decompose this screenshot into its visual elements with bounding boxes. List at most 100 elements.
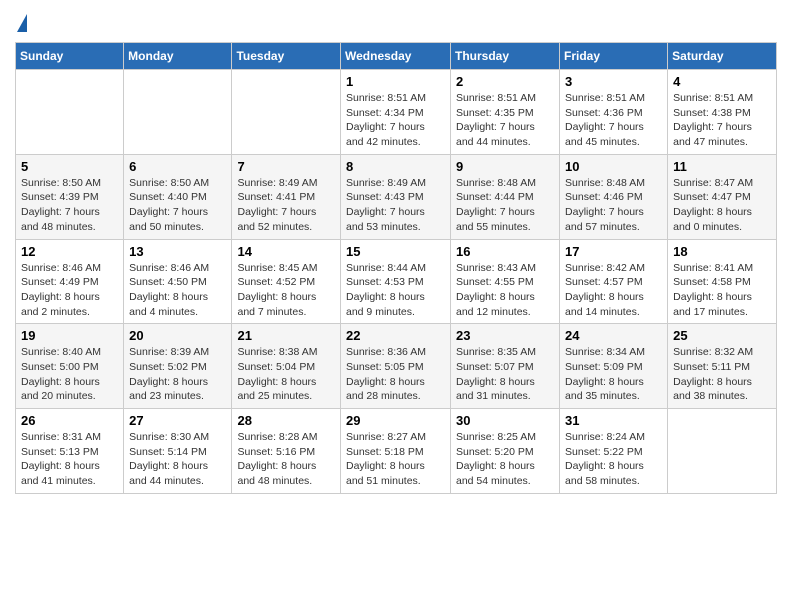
day-number: 28 <box>237 413 335 428</box>
day-of-week-header: Monday <box>124 43 232 70</box>
page-header <box>15 10 777 34</box>
day-number: 21 <box>237 328 335 343</box>
day-info: Sunrise: 8:43 AMSunset: 4:55 PMDaylight:… <box>456 261 554 320</box>
day-number: 6 <box>129 159 226 174</box>
day-info: Sunrise: 8:46 AMSunset: 4:49 PMDaylight:… <box>21 261 118 320</box>
calendar-cell: 22Sunrise: 8:36 AMSunset: 5:05 PMDayligh… <box>341 324 451 409</box>
day-of-week-header: Wednesday <box>341 43 451 70</box>
calendar-week-row: 5 Sunrise: 8:50 AMSunset: 4:39 PMDaylight… <box>16 154 777 239</box>
calendar-body: 1 Sunrise: 8:51 AMSunset: 4:34 PMDaylight… <box>16 70 777 494</box>
calendar-header-row: SundayMondayTuesdayWednesdayThursdayFrid… <box>16 43 777 70</box>
day-info: Sunrise: 8:32 AMSunset: 5:11 PMDaylight:… <box>673 345 771 404</box>
day-info: Sunrise: 8:50 AMSunset: 4:40 PMDaylight:… <box>129 176 226 235</box>
day-info: Sunrise: 8:48 AMSunset: 4:44 PMDaylight:… <box>456 176 554 235</box>
day-info: Sunrise: 8:44 AMSunset: 4:53 PMDaylight:… <box>346 261 445 320</box>
logo <box>15 14 27 34</box>
day-of-week-header: Sunday <box>16 43 124 70</box>
calendar-cell: 17 Sunrise: 8:42 AMSunset: 4:57 PMDayligh… <box>560 239 668 324</box>
calendar-cell <box>124 70 232 155</box>
day-number: 15 <box>346 244 445 259</box>
day-info: Sunrise: 8:24 AMSunset: 5:22 PMDaylight:… <box>565 430 662 489</box>
day-number: 27 <box>129 413 226 428</box>
day-info: Sunrise: 8:50 AMSunset: 4:39 PMDaylight:… <box>21 176 118 235</box>
calendar-week-row: 19Sunrise: 8:40 AMSunset: 5:00 PMDayligh… <box>16 324 777 409</box>
calendar-cell: 31 Sunrise: 8:24 AMSunset: 5:22 PMDayligh… <box>560 409 668 494</box>
day-number: 1 <box>346 74 445 89</box>
day-info: Sunrise: 8:28 AMSunset: 5:16 PMDaylight:… <box>237 430 335 489</box>
day-info: Sunrise: 8:51 AMSunset: 4:34 PMDaylight:… <box>346 91 445 150</box>
calendar-cell: 2 Sunrise: 8:51 AMSunset: 4:35 PMDaylight… <box>451 70 560 155</box>
day-info: Sunrise: 8:47 AMSunset: 4:47 PMDaylight:… <box>673 176 771 235</box>
day-info: Sunrise: 8:25 AMSunset: 5:20 PMDaylight:… <box>456 430 554 489</box>
day-info: Sunrise: 8:38 AMSunset: 5:04 PMDaylight:… <box>237 345 335 404</box>
calendar-cell: 15 Sunrise: 8:44 AMSunset: 4:53 PMDayligh… <box>341 239 451 324</box>
day-number: 13 <box>129 244 226 259</box>
calendar-cell: 25 Sunrise: 8:32 AMSunset: 5:11 PMDayligh… <box>668 324 777 409</box>
day-number: 11 <box>673 159 771 174</box>
calendar-cell: 3 Sunrise: 8:51 AMSunset: 4:36 PMDaylight… <box>560 70 668 155</box>
day-number: 23 <box>456 328 554 343</box>
day-info: Sunrise: 8:40 AMSunset: 5:00 PMDaylight:… <box>21 345 118 404</box>
calendar-cell: 7Sunrise: 8:49 AMSunset: 4:41 PMDaylight… <box>232 154 341 239</box>
day-info: Sunrise: 8:49 AMSunset: 4:41 PMDaylight:… <box>237 176 335 235</box>
calendar-cell: 16 Sunrise: 8:43 AMSunset: 4:55 PMDayligh… <box>451 239 560 324</box>
calendar-cell: 1 Sunrise: 8:51 AMSunset: 4:34 PMDaylight… <box>341 70 451 155</box>
day-info: Sunrise: 8:46 AMSunset: 4:50 PMDaylight:… <box>129 261 226 320</box>
calendar-cell: 18 Sunrise: 8:41 AMSunset: 4:58 PMDayligh… <box>668 239 777 324</box>
calendar-cell: 5 Sunrise: 8:50 AMSunset: 4:39 PMDaylight… <box>16 154 124 239</box>
calendar-cell: 29 Sunrise: 8:27 AMSunset: 5:18 PMDayligh… <box>341 409 451 494</box>
day-of-week-header: Tuesday <box>232 43 341 70</box>
day-number: 5 <box>21 159 118 174</box>
calendar-cell: 26 Sunrise: 8:31 AMSunset: 5:13 PMDayligh… <box>16 409 124 494</box>
calendar-cell: 19Sunrise: 8:40 AMSunset: 5:00 PMDayligh… <box>16 324 124 409</box>
day-info: Sunrise: 8:42 AMSunset: 4:57 PMDaylight:… <box>565 261 662 320</box>
calendar-cell: 24Sunrise: 8:34 AMSunset: 5:09 PMDayligh… <box>560 324 668 409</box>
day-number: 10 <box>565 159 662 174</box>
day-info: Sunrise: 8:34 AMSunset: 5:09 PMDaylight:… <box>565 345 662 404</box>
calendar-cell: 20Sunrise: 8:39 AMSunset: 5:02 PMDayligh… <box>124 324 232 409</box>
day-number: 14 <box>237 244 335 259</box>
day-of-week-header: Saturday <box>668 43 777 70</box>
day-number: 3 <box>565 74 662 89</box>
calendar-cell: 10Sunrise: 8:48 AMSunset: 4:46 PMDayligh… <box>560 154 668 239</box>
calendar-week-row: 26 Sunrise: 8:31 AMSunset: 5:13 PMDayligh… <box>16 409 777 494</box>
day-number: 2 <box>456 74 554 89</box>
day-info: Sunrise: 8:27 AMSunset: 5:18 PMDaylight:… <box>346 430 445 489</box>
calendar-cell: 21 Sunrise: 8:38 AMSunset: 5:04 PMDayligh… <box>232 324 341 409</box>
day-number: 18 <box>673 244 771 259</box>
day-number: 9 <box>456 159 554 174</box>
day-info: Sunrise: 8:31 AMSunset: 5:13 PMDaylight:… <box>21 430 118 489</box>
day-info: Sunrise: 8:51 AMSunset: 4:38 PMDaylight:… <box>673 91 771 150</box>
day-info: Sunrise: 8:41 AMSunset: 4:58 PMDaylight:… <box>673 261 771 320</box>
calendar-cell: 9 Sunrise: 8:48 AMSunset: 4:44 PMDaylight… <box>451 154 560 239</box>
day-info: Sunrise: 8:45 AMSunset: 4:52 PMDaylight:… <box>237 261 335 320</box>
calendar-week-row: 12 Sunrise: 8:46 AMSunset: 4:49 PMDayligh… <box>16 239 777 324</box>
day-number: 17 <box>565 244 662 259</box>
day-number: 31 <box>565 413 662 428</box>
calendar-cell: 27 Sunrise: 8:30 AMSunset: 5:14 PMDayligh… <box>124 409 232 494</box>
day-info: Sunrise: 8:30 AMSunset: 5:14 PMDaylight:… <box>129 430 226 489</box>
day-info: Sunrise: 8:35 AMSunset: 5:07 PMDaylight:… <box>456 345 554 404</box>
day-number: 25 <box>673 328 771 343</box>
calendar-cell <box>668 409 777 494</box>
calendar-table: SundayMondayTuesdayWednesdayThursdayFrid… <box>15 42 777 494</box>
day-number: 29 <box>346 413 445 428</box>
day-number: 16 <box>456 244 554 259</box>
calendar-cell: 23 Sunrise: 8:35 AMSunset: 5:07 PMDayligh… <box>451 324 560 409</box>
day-number: 30 <box>456 413 554 428</box>
calendar-cell: 12 Sunrise: 8:46 AMSunset: 4:49 PMDayligh… <box>16 239 124 324</box>
calendar-cell: 30 Sunrise: 8:25 AMSunset: 5:20 PMDayligh… <box>451 409 560 494</box>
day-number: 26 <box>21 413 118 428</box>
day-info: Sunrise: 8:36 AMSunset: 5:05 PMDaylight:… <box>346 345 445 404</box>
calendar-cell: 11 Sunrise: 8:47 AMSunset: 4:47 PMDayligh… <box>668 154 777 239</box>
calendar-cell: 14 Sunrise: 8:45 AMSunset: 4:52 PMDayligh… <box>232 239 341 324</box>
calendar-cell: 4Sunrise: 8:51 AMSunset: 4:38 PMDaylight… <box>668 70 777 155</box>
day-info: Sunrise: 8:51 AMSunset: 4:36 PMDaylight:… <box>565 91 662 150</box>
day-of-week-header: Thursday <box>451 43 560 70</box>
day-number: 12 <box>21 244 118 259</box>
calendar-cell: 6 Sunrise: 8:50 AMSunset: 4:40 PMDaylight… <box>124 154 232 239</box>
calendar-cell <box>232 70 341 155</box>
calendar-cell: 13 Sunrise: 8:46 AMSunset: 4:50 PMDayligh… <box>124 239 232 324</box>
day-info: Sunrise: 8:51 AMSunset: 4:35 PMDaylight:… <box>456 91 554 150</box>
day-number: 20 <box>129 328 226 343</box>
